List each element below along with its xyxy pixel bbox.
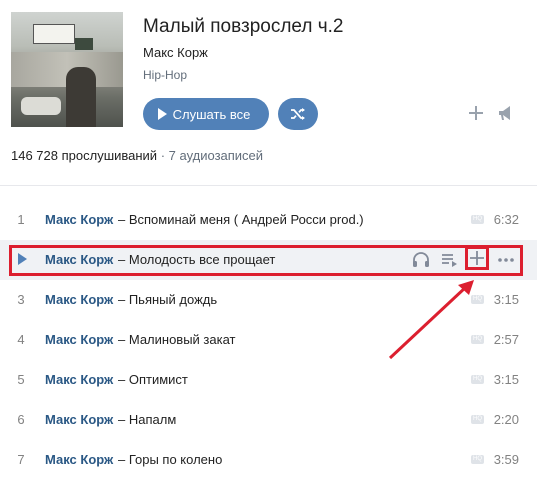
cover-car: [21, 97, 61, 115]
hq-badge-icon: HQ: [471, 335, 484, 344]
track-row[interactable]: 1 Макс Корж – Вспоминай меня ( Андрей Ро…: [0, 200, 537, 240]
stats-separator: ·: [157, 148, 169, 163]
track-title: – Оптимист: [118, 372, 188, 387]
add-to-queue-icon[interactable]: [440, 250, 460, 270]
track-title: – Пьяный дождь: [118, 292, 218, 307]
cover-person: [66, 67, 96, 127]
track-row[interactable]: 3 Макс Корж – Пьяный дождь HQ 3:15: [0, 280, 537, 320]
track-title: – Напалм: [118, 412, 177, 427]
track-number: 7: [17, 452, 25, 467]
track-duration: 2:57: [493, 332, 519, 347]
album-cover[interactable]: [11, 12, 123, 127]
track-number: 1: [17, 212, 25, 227]
track-artist[interactable]: Макс Корж: [45, 412, 113, 427]
track-row[interactable]: 6 Макс Корж – Напалм HQ 2:20: [0, 400, 537, 440]
share-icon[interactable]: [496, 103, 516, 123]
plus-icon[interactable]: [466, 103, 486, 123]
listen-all-label: Слушать все: [172, 106, 251, 122]
track-row[interactable]: 7 Макс Корж – Горы по колено HQ 3:59: [0, 440, 537, 480]
track-number: 5: [17, 372, 25, 387]
plays-count: 146 728 прослушиваний: [11, 148, 158, 163]
track-artist[interactable]: Макс Корж: [45, 212, 113, 227]
album-artist[interactable]: Макс Корж: [143, 45, 208, 60]
track-duration: 6:32: [493, 212, 519, 227]
hq-badge-icon: HQ: [471, 215, 484, 224]
track-number: 3: [17, 292, 25, 307]
hq-badge-icon: HQ: [471, 455, 484, 464]
track-artist[interactable]: Макс Корж: [45, 372, 113, 387]
headphones-icon[interactable]: [411, 250, 431, 270]
track-duration: 2:20: [493, 412, 519, 427]
shuffle-button[interactable]: [278, 98, 318, 130]
cover-sign: [33, 24, 75, 44]
track-row[interactable]: 5 Макс Корж – Оптимист HQ 3:15: [0, 360, 537, 400]
track-artist[interactable]: Макс Корж: [45, 252, 113, 267]
add-track-button[interactable]: [465, 246, 489, 270]
play-icon: [157, 108, 167, 120]
plus-icon: [470, 251, 484, 265]
album-title: Малый повзрослел ч.2: [143, 16, 344, 37]
hq-badge-icon: HQ: [471, 375, 484, 384]
track-duration: 3:15: [493, 292, 519, 307]
track-artist[interactable]: Макс Корж: [45, 332, 113, 347]
track-duration: 3:15: [493, 372, 519, 387]
track-duration: 3:59: [493, 452, 519, 467]
tracks-count: 7 аудиозаписей: [168, 148, 264, 163]
track-row[interactable]: 4 Макс Корж – Малиновый закат HQ 2:57: [0, 320, 537, 360]
header-divider: [0, 185, 537, 186]
track-artist[interactable]: Макс Корж: [45, 292, 113, 307]
track-title: – Вспоминай меня ( Андрей Росси prod.): [118, 212, 364, 227]
play-icon[interactable]: [18, 253, 27, 265]
track-row-active[interactable]: Макс Корж – Молодость все прощает: [0, 240, 537, 280]
track-title: – Молодость все прощает: [118, 252, 276, 267]
track-artist[interactable]: Макс Корж: [45, 452, 113, 467]
hq-badge-icon: HQ: [471, 415, 484, 424]
shuffle-icon: [291, 108, 305, 120]
track-title: – Малиновый закат: [118, 332, 236, 347]
track-number: 6: [17, 412, 25, 427]
album-header: Малый повзрослел ч.2 Макс Корж Hip-Hop С…: [0, 0, 537, 185]
track-number: 4: [17, 332, 25, 347]
more-icon[interactable]: [496, 250, 516, 270]
album-stats: 146 728 прослушиваний · 7 аудиозаписей: [11, 148, 263, 163]
track-title: – Горы по колено: [118, 452, 223, 467]
cover-sign-secondary: [75, 38, 93, 50]
hq-badge-icon: HQ: [471, 295, 484, 304]
album-genre[interactable]: Hip-Hop: [143, 68, 187, 82]
listen-all-button[interactable]: Слушать все: [143, 98, 269, 130]
